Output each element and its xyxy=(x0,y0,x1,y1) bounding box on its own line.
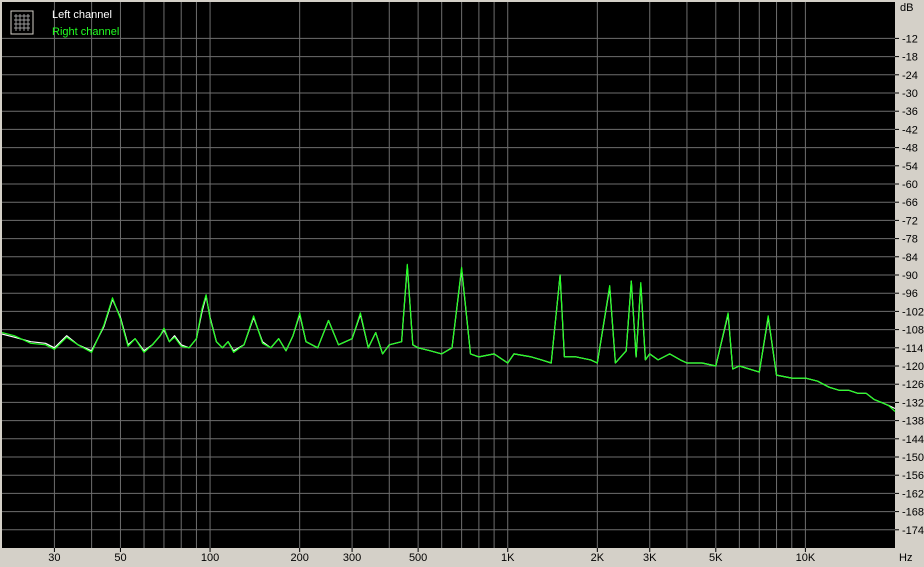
y-tick-label: -114 xyxy=(902,343,923,355)
y-tick-label: -126 xyxy=(902,379,924,391)
y-tick-label: -54 xyxy=(902,161,918,173)
x-tick-label: 500 xyxy=(409,552,427,564)
y-tick-label: -78 xyxy=(902,234,918,246)
x-tick-label: 3K xyxy=(643,552,657,564)
x-tick-label: 5K xyxy=(709,552,723,564)
y-tick-label: -12 xyxy=(902,33,918,45)
x-tick-label: 300 xyxy=(343,552,361,564)
x-tick-label: 30 xyxy=(48,552,60,564)
y-tick-label: -132 xyxy=(902,397,924,409)
legend-label-left: Left channel xyxy=(52,9,112,21)
y-tick-label: -144 xyxy=(902,434,924,446)
legend-label-right: Right channel xyxy=(52,26,119,38)
y-tick-label: -120 xyxy=(902,361,924,373)
y-axis-unit-label: dB xyxy=(900,2,913,14)
y-tick-label: -162 xyxy=(902,488,924,500)
y-tick-label: -66 xyxy=(902,197,918,209)
y-tick-label: -24 xyxy=(902,70,918,82)
x-tick-label: 1K xyxy=(501,552,515,564)
y-tick-label: -150 xyxy=(902,452,924,464)
y-tick-label: -96 xyxy=(902,288,918,300)
x-tick-label: 100 xyxy=(201,552,219,564)
y-tick-label: -72 xyxy=(902,215,918,227)
y-tick-label: -138 xyxy=(902,416,924,428)
x-tick-label: 50 xyxy=(114,552,126,564)
y-tick-label: -102 xyxy=(902,306,924,318)
x-axis-unit-label: Hz xyxy=(899,552,912,564)
legend-grid-icon-frame xyxy=(10,10,34,35)
y-tick-label: -30 xyxy=(902,88,918,100)
y-tick-label: -90 xyxy=(902,270,918,282)
y-tick-label: -60 xyxy=(902,179,918,191)
spectrum-chart: dB Hz -12 -18 -24 -30 -36 -42 -48 -54 -60 -66 -72 -… xyxy=(0,0,924,567)
y-tick-label: -42 xyxy=(902,124,918,136)
y-tick-label: -156 xyxy=(902,470,924,482)
y-tick-label: -84 xyxy=(902,252,918,264)
y-tick-label: -36 xyxy=(902,106,918,118)
y-tick-label: -18 xyxy=(902,52,918,64)
x-tick-label: 200 xyxy=(290,552,308,564)
y-tick-label: -108 xyxy=(902,325,924,337)
y-tick-label: -174 xyxy=(902,525,924,537)
x-tick-label: 10K xyxy=(796,552,816,564)
y-tick-label: -168 xyxy=(902,507,924,519)
y-tick-label: -48 xyxy=(902,143,918,155)
x-tick-label: 2K xyxy=(591,552,605,564)
